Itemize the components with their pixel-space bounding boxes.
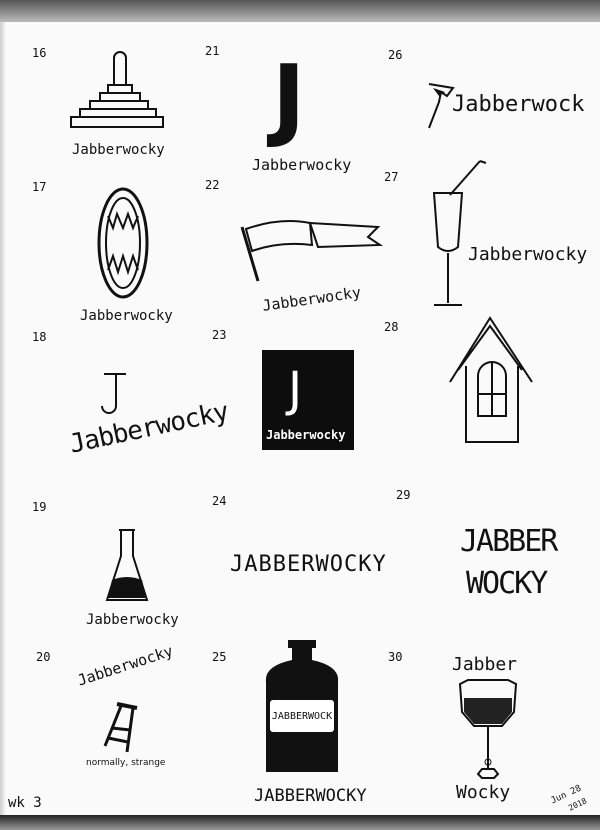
sketch-label: Jabberwocky <box>80 308 173 324</box>
corner-note: wk 3 <box>8 795 42 811</box>
sketch-label-line1: Jabber <box>452 654 518 675</box>
sketch-label: Jabberwocky <box>75 641 176 690</box>
sketch-label: Jabberwocky <box>86 612 179 628</box>
sketch-number: 29 <box>396 488 411 502</box>
sketch-label: Jabberwocky <box>252 156 352 174</box>
monster-mouth-icon <box>97 187 149 299</box>
flask-icon <box>105 529 149 601</box>
scanner-top-edge <box>0 0 600 22</box>
bottle-label: JABBERWOCK <box>270 700 334 732</box>
sketch-label: Jabberwocky <box>72 142 165 158</box>
page-binding-shadow <box>0 22 6 815</box>
j-mark: J <box>288 362 303 418</box>
sketch-label: JABBERWOCKY <box>254 786 367 806</box>
tooth-mark-icon <box>428 83 455 129</box>
sketch-number: 26 <box>388 48 403 62</box>
sketch-number: 17 <box>32 180 47 194</box>
j-badge: J Jabberwocky <box>262 350 354 450</box>
sketch-label: Jabberwock <box>452 92 585 117</box>
j-mark: J <box>272 46 306 151</box>
scanner-bottom-edge <box>0 815 600 830</box>
sketch-number: 21 <box>205 44 220 58</box>
wine-glass-icon <box>458 679 518 779</box>
sketch-number: 16 <box>32 46 47 60</box>
sketch-number: 25 <box>212 650 227 664</box>
house-icon <box>449 316 533 443</box>
flag-icon <box>240 220 384 282</box>
sketch-number: 22 <box>205 178 220 192</box>
date-line2: 2018 <box>567 796 589 813</box>
sketch-label-line2: WOCKY <box>466 566 548 601</box>
sketch-number: 24 <box>212 494 227 508</box>
j-monogram-icon <box>101 373 126 414</box>
sketch-label: Jabberwocky <box>266 428 346 442</box>
sketch-number: 27 <box>384 170 399 184</box>
sketch-number: 20 <box>36 650 51 664</box>
sketch-number: 18 <box>32 330 47 344</box>
sketch-label: Jabberwocky <box>468 244 588 265</box>
sketch-tagline: normally, strange <box>86 758 166 768</box>
staircase-door-icon <box>70 51 164 128</box>
champagne-glass-icon <box>432 160 487 306</box>
sketch-number: 23 <box>212 328 227 342</box>
sketch-label: Jabberwocky <box>66 396 231 460</box>
bottle-label-text: JABBERWOCK <box>271 710 333 722</box>
stool-icon <box>103 702 138 753</box>
sketch-number: 19 <box>32 500 47 514</box>
sketch-label: Jabberwocky <box>261 283 363 315</box>
sketch-label-line2: Wocky <box>456 782 511 803</box>
sketch-number: 30 <box>388 650 403 664</box>
sketch-label-line1: JABBER <box>460 524 558 559</box>
sketch-label: JABBERWOCKY <box>230 552 387 577</box>
sketch-number: 28 <box>384 320 399 334</box>
